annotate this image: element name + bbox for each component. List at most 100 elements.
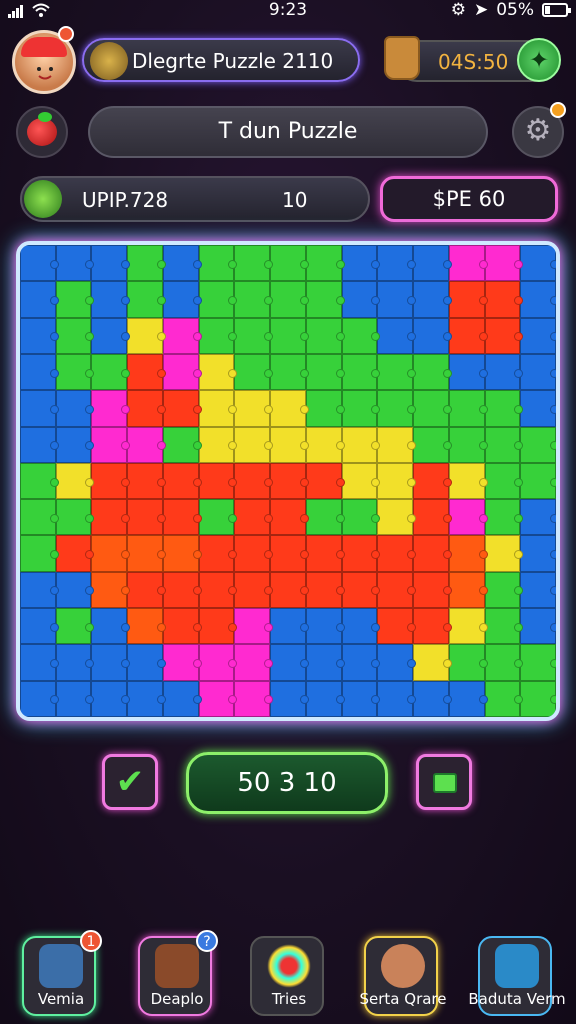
puzzle-grid[interactable] — [20, 245, 556, 717]
puzzle-piece[interactable] — [377, 390, 416, 427]
puzzle-piece[interactable] — [127, 462, 166, 500]
puzzle-piece[interactable] — [234, 680, 273, 717]
puzzle-piece[interactable] — [91, 245, 130, 282]
nav-serta-qrare[interactable]: Serta Qrare — [360, 936, 447, 1016]
price-button[interactable]: $PE 60 — [380, 176, 558, 222]
puzzle-piece[interactable] — [305, 535, 345, 572]
puzzle-piece[interactable] — [198, 462, 238, 500]
puzzle-piece[interactable] — [413, 499, 452, 536]
puzzle-piece[interactable] — [127, 317, 166, 354]
puzzle-piece[interactable] — [413, 535, 452, 572]
puzzle-piece[interactable] — [377, 535, 416, 572]
puzzle-piece[interactable] — [305, 353, 345, 391]
puzzle-piece[interactable] — [234, 571, 273, 609]
puzzle-piece[interactable] — [341, 462, 381, 500]
puzzle-piece[interactable] — [270, 644, 309, 681]
puzzle-piece[interactable] — [448, 571, 488, 609]
puzzle-piece[interactable] — [520, 462, 556, 500]
puzzle-piece[interactable] — [20, 499, 59, 536]
puzzle-piece[interactable] — [305, 390, 345, 427]
puzzle-piece[interactable] — [270, 680, 309, 717]
puzzle-piece[interactable] — [377, 462, 416, 500]
puzzle-piece[interactable] — [484, 353, 523, 391]
puzzle-piece[interactable] — [198, 608, 238, 645]
puzzle-piece[interactable] — [234, 317, 273, 354]
puzzle-piece[interactable] — [305, 499, 345, 536]
puzzle-piece[interactable] — [377, 426, 416, 463]
puzzle-piece[interactable] — [127, 571, 166, 609]
puzzle-piece[interactable] — [91, 317, 130, 354]
puzzle-piece[interactable] — [55, 317, 95, 354]
puzzle-piece[interactable] — [162, 281, 202, 318]
puzzle-piece[interactable] — [413, 390, 452, 427]
puzzle-piece[interactable] — [341, 390, 381, 427]
puzzle-piece[interactable] — [413, 245, 452, 282]
puzzle-piece[interactable] — [198, 390, 238, 427]
puzzle-piece[interactable] — [341, 608, 381, 645]
puzzle-piece[interactable] — [377, 353, 416, 391]
puzzle-piece[interactable] — [20, 462, 59, 500]
puzzle-piece[interactable] — [413, 353, 452, 391]
puzzle-piece[interactable] — [198, 499, 238, 536]
puzzle-piece[interactable] — [20, 245, 59, 282]
puzzle-piece[interactable] — [413, 317, 452, 354]
tomato-button[interactable] — [16, 106, 68, 158]
puzzle-piece[interactable] — [91, 571, 130, 609]
puzzle-piece[interactable] — [270, 608, 309, 645]
puzzle-piece[interactable] — [270, 281, 309, 318]
puzzle-piece[interactable] — [448, 499, 488, 536]
puzzle-piece[interactable] — [413, 462, 452, 500]
puzzle-piece[interactable] — [270, 353, 309, 391]
piece-box-button[interactable] — [416, 754, 472, 810]
puzzle-piece[interactable] — [305, 608, 345, 645]
puzzle-piece[interactable] — [270, 535, 309, 572]
puzzle-piece[interactable] — [484, 535, 523, 572]
puzzle-piece[interactable] — [91, 644, 130, 681]
puzzle-piece[interactable] — [484, 499, 523, 536]
puzzle-piece[interactable] — [520, 245, 556, 282]
puzzle-piece[interactable] — [520, 644, 556, 681]
puzzle-piece[interactable] — [234, 245, 273, 282]
puzzle-piece[interactable] — [91, 390, 130, 427]
puzzle-piece[interactable] — [341, 426, 381, 463]
puzzle-piece[interactable] — [198, 426, 238, 463]
puzzle-piece[interactable] — [520, 571, 556, 609]
puzzle-piece[interactable] — [127, 353, 166, 391]
puzzle-piece[interactable] — [520, 390, 556, 427]
puzzle-piece[interactable] — [341, 535, 381, 572]
puzzle-piece[interactable] — [234, 390, 273, 427]
puzzle-piece[interactable] — [377, 680, 416, 717]
nav-deaplo[interactable]: Deaplo ? — [138, 930, 218, 1016]
puzzle-piece[interactable] — [162, 571, 202, 609]
puzzle-piece[interactable] — [91, 608, 130, 645]
puzzle-piece[interactable] — [484, 390, 523, 427]
puzzle-piece[interactable] — [520, 535, 556, 572]
puzzle-piece[interactable] — [91, 499, 130, 536]
puzzle-piece[interactable] — [91, 353, 130, 391]
basket-icon[interactable] — [384, 36, 420, 80]
puzzle-piece[interactable] — [162, 426, 202, 463]
puzzle-piece[interactable] — [127, 535, 166, 572]
puzzle-piece[interactable] — [413, 680, 452, 717]
puzzle-piece[interactable] — [162, 644, 202, 681]
puzzle-piece[interactable] — [91, 462, 130, 500]
nav-baduta-verm[interactable]: Baduta Verm — [468, 936, 566, 1016]
puzzle-piece[interactable] — [484, 680, 523, 717]
puzzle-piece[interactable] — [413, 281, 452, 318]
puzzle-piece[interactable] — [234, 608, 273, 645]
puzzle-piece[interactable] — [55, 644, 95, 681]
puzzle-piece[interactable] — [484, 245, 523, 282]
puzzle-piece[interactable] — [413, 426, 452, 463]
puzzle-piece[interactable] — [55, 426, 95, 463]
puzzle-piece[interactable] — [127, 390, 166, 427]
puzzle-piece[interactable] — [55, 462, 95, 500]
puzzle-piece[interactable] — [270, 390, 309, 427]
puzzle-piece[interactable] — [377, 317, 416, 354]
puzzle-piece[interactable] — [448, 644, 488, 681]
puzzle-piece[interactable] — [20, 317, 59, 354]
puzzle-piece[interactable] — [162, 680, 202, 717]
puzzle-piece[interactable] — [305, 317, 345, 354]
puzzle-piece[interactable] — [484, 644, 523, 681]
puzzle-piece[interactable] — [413, 644, 452, 681]
puzzle-piece[interactable] — [341, 281, 381, 318]
